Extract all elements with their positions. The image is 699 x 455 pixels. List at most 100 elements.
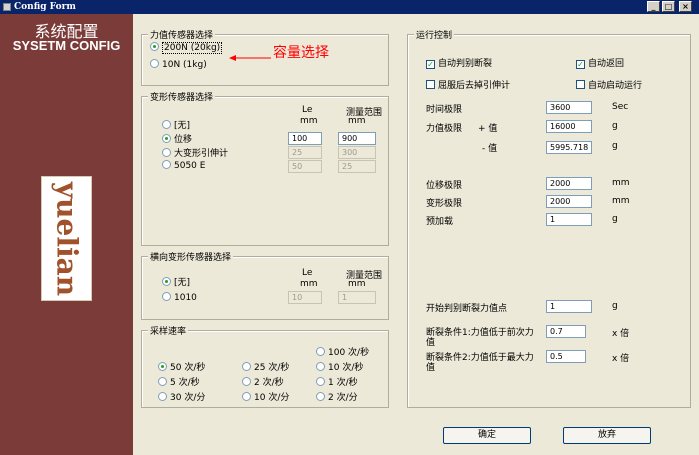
checkbox-icon[interactable] — [576, 80, 585, 89]
window-title: Config Form — [14, 2, 76, 12]
col-le-header: Le — [302, 105, 313, 115]
break-cond1-field[interactable]: 0.7 — [546, 325, 586, 338]
ok-button[interactable]: 确定 — [443, 427, 531, 444]
force-option-200n[interactable]: 200N (20kg) — [150, 42, 223, 54]
rate-option-1-per-sec[interactable]: 1 次/秒 — [316, 375, 358, 388]
break-start-label: 开始判别断裂力值点 — [426, 304, 508, 314]
preload-field[interactable]: 1 — [546, 213, 592, 226]
lateral-option-1010[interactable]: 1010 — [162, 292, 197, 303]
deform-option-large-extensometer[interactable]: 大变形引伸计 — [162, 146, 228, 159]
auto-start-checkbox[interactable]: 自动启动运行 — [576, 78, 642, 91]
5050e-range-field: 25 — [338, 160, 376, 173]
deform-limit-field[interactable]: 2000 — [546, 195, 592, 208]
force-limit-plus-unit: g — [612, 121, 618, 131]
lateral-option-none[interactable]: [无] — [162, 275, 190, 288]
panel-title-en: SYSETM CONFIG — [12, 38, 121, 53]
capacity-annotation: 容量选择 — [273, 45, 329, 61]
force-limit-label: 力值极限 — [426, 124, 463, 134]
sample-rate-group: 采样速率 100 次/秒 50 次/秒 25 次/秒 10 次/秒 5 次/秒 … — [141, 324, 389, 408]
preload-unit: g — [612, 214, 618, 224]
force-limit-minus-unit: g — [612, 141, 618, 151]
radio-icon[interactable] — [242, 362, 251, 371]
radio-icon[interactable] — [162, 148, 171, 157]
break-cond2-unit: x 倍 — [612, 354, 630, 364]
logo-text: yuelian — [50, 181, 83, 296]
displacement-le-field[interactable]: 100 — [288, 132, 322, 145]
break-cond1-label-line2: 值 — [426, 338, 436, 348]
5050e-le-field: 50 — [288, 160, 322, 173]
deform-limit-label: 变形极限 — [426, 199, 463, 209]
disp-limit-unit: mm — [612, 178, 630, 188]
auto-break-detect-checkbox[interactable]: ✓ 自动判别断裂 — [426, 56, 492, 69]
maximize-button[interactable]: □ — [662, 1, 675, 12]
disp-limit-label: 位移极限 — [426, 181, 463, 191]
radio-icon[interactable] — [158, 362, 167, 371]
break-start-unit: g — [612, 301, 618, 311]
force-limit-plus-label: + 值 — [478, 124, 498, 134]
break-start-field[interactable]: 1 — [546, 300, 592, 313]
rate-option-30-per-min[interactable]: 30 次/分 — [158, 390, 205, 403]
rate-option-10-per-min[interactable]: 10 次/分 — [242, 390, 289, 403]
run-control-legend: 运行控制 — [414, 28, 455, 41]
radio-icon[interactable] — [158, 392, 167, 401]
preload-label: 预加载 — [426, 217, 454, 227]
radio-icon[interactable] — [242, 377, 251, 386]
time-limit-label: 时间极限 — [426, 105, 463, 115]
close-button[interactable]: × — [679, 1, 692, 12]
rate-option-50-per-sec[interactable]: 50 次/秒 — [158, 360, 205, 373]
deform-sensor-group: 变形传感器选择 Le mm 测量范围 mm [无] 位移 100 900 大变形… — [141, 90, 389, 246]
rate-option-2-per-min[interactable]: 2 次/分 — [316, 390, 358, 403]
col-range-unit: mm — [348, 279, 366, 289]
time-limit-field[interactable]: 3600 — [546, 101, 592, 114]
app-icon — [3, 3, 11, 11]
radio-icon[interactable] — [316, 362, 325, 371]
radio-icon[interactable] — [158, 377, 167, 386]
checkbox-icon[interactable] — [426, 80, 435, 89]
lateral-le-field: 10 — [288, 291, 322, 304]
rate-option-2-per-sec[interactable]: 2 次/秒 — [242, 375, 284, 388]
lateral-range-field: 1 — [338, 291, 376, 304]
run-control-group: 运行控制 ✓ 自动判别断裂 ✓ 自动返回 屈服后去掉引伸计 自动启动运行 时间极限 … — [407, 28, 691, 408]
radio-icon[interactable] — [316, 392, 325, 401]
rate-option-5-per-sec[interactable]: 5 次/秒 — [158, 375, 200, 388]
displacement-range-field[interactable]: 900 — [338, 132, 376, 145]
rate-option-10-per-sec[interactable]: 10 次/秒 — [316, 360, 363, 373]
remove-extensometer-checkbox[interactable]: 屈服后去掉引伸计 — [426, 78, 510, 91]
break-cond2-field[interactable]: 0.5 — [546, 350, 586, 363]
minimize-button[interactable]: _ — [647, 1, 660, 12]
force-option-10n[interactable]: 10N (1kg) — [150, 59, 207, 70]
radio-icon[interactable] — [162, 160, 171, 169]
radio-icon[interactable] — [162, 277, 171, 286]
radio-icon[interactable] — [242, 392, 251, 401]
deform-option-none[interactable]: [无] — [162, 118, 190, 131]
radio-icon[interactable] — [150, 42, 159, 51]
radio-icon[interactable] — [316, 377, 325, 386]
checkbox-icon[interactable]: ✓ — [576, 60, 585, 69]
force-limit-plus-field[interactable]: 16000 — [546, 120, 592, 133]
radio-icon[interactable] — [316, 347, 325, 356]
large-ext-le-field: 25 — [288, 146, 322, 159]
lateral-sensor-group: 横向变形传感器选择 Le mm 测量范围 mm [无] 1010 10 1 — [141, 250, 389, 320]
force-limit-minus-field[interactable]: 5995.718 — [546, 141, 592, 154]
sample-rate-legend: 采样速率 — [148, 324, 189, 337]
deform-option-5050e[interactable]: 5050 E — [162, 160, 205, 171]
radio-icon[interactable] — [162, 134, 171, 143]
checkbox-icon[interactable]: ✓ — [426, 60, 435, 69]
deform-option-displacement[interactable]: 位移 — [162, 132, 192, 145]
radio-icon[interactable] — [150, 59, 159, 68]
rate-option-100-per-sec[interactable]: 100 次/秒 — [316, 345, 369, 358]
radio-icon[interactable] — [162, 292, 171, 301]
break-cond2-label: 断裂条件2:力值低于最大力 — [426, 353, 534, 363]
auto-return-checkbox[interactable]: ✓ 自动返回 — [576, 56, 624, 69]
disp-limit-field[interactable]: 2000 — [546, 177, 592, 190]
col-range-unit: mm — [348, 116, 366, 126]
left-panel: 系统配置 SYSETM CONFIG yuelian — [0, 14, 133, 455]
config-content: 力值传感器选择 200N (20kg) 10N (1kg) 容量选择 变形传感器… — [133, 14, 699, 455]
radio-icon[interactable] — [162, 120, 171, 129]
rate-option-25-per-sec[interactable]: 25 次/秒 — [242, 360, 289, 373]
cancel-button[interactable]: 放弃 — [563, 427, 651, 444]
company-logo: yuelian — [41, 176, 92, 301]
large-ext-range-field: 300 — [338, 146, 376, 159]
col-le-unit: mm — [300, 116, 318, 126]
force-limit-minus-label: - 值 — [482, 144, 498, 154]
